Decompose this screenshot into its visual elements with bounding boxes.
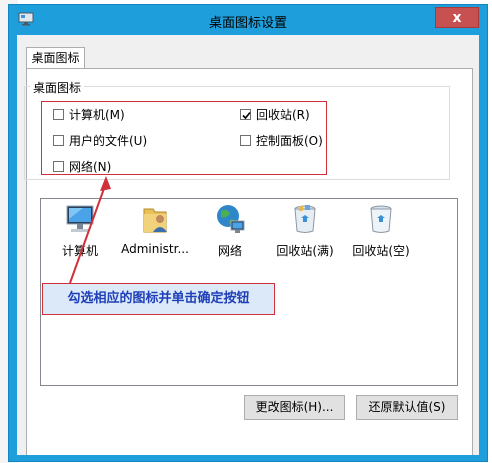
checkbox-network[interactable]: 网络(N) [53, 158, 111, 175]
dialog-title: 桌面图标设置 [208, 16, 287, 31]
checkbox-label: 回收站(R) [256, 108, 310, 122]
checkbox-box[interactable] [53, 135, 64, 146]
tab-desktop-icons[interactable]: 桌面图标 [26, 47, 85, 69]
computer-icon [66, 205, 94, 232]
change-icon-button[interactable]: 更改图标(H)... [244, 395, 345, 420]
checkbox-recycle-bin[interactable]: 回收站(R) [240, 106, 310, 123]
close-button[interactable]: x [435, 7, 479, 28]
icon-item-recycle-bin-empty[interactable]: 回收站(空) [349, 203, 413, 259]
icon-item-network[interactable]: 网络 [212, 203, 248, 259]
icon-item-recycle-bin-full[interactable]: 回收站(满) [273, 203, 337, 259]
recycle-bin-empty-icon [370, 205, 392, 233]
checkbox-control-panel[interactable]: 控制面板(O) [240, 132, 323, 149]
recycle-bin-full-icon [294, 205, 316, 233]
icon-label: 网络 [217, 244, 242, 258]
checkbox-label: 控制面板(O) [256, 134, 323, 148]
checkbox-label: 计算机(M) [69, 108, 125, 122]
checkbox-computer[interactable]: 计算机(M) [53, 106, 125, 123]
icon-label: 计算机 [61, 244, 98, 258]
groupbox-legend: 桌面图标 [30, 79, 85, 96]
checkbox-box[interactable] [53, 161, 64, 172]
checkbox-box[interactable] [53, 109, 64, 120]
restore-default-button[interactable]: 还原默认值(S) [356, 395, 458, 420]
user-folder-icon [143, 208, 167, 233]
icon-item-computer[interactable]: 计算机 [58, 203, 102, 259]
annotation-callout: 勾选相应的图标并单击确定按钮 [42, 283, 275, 315]
checkbox-label: 网络(N) [69, 160, 112, 174]
icon-label: 回收站(满) [276, 244, 334, 258]
icon-label: Administr... [121, 242, 189, 256]
icon-item-user-folder[interactable]: Administr... [120, 203, 190, 256]
checkmark-icon [242, 111, 251, 120]
icon-label: 回收站(空) [352, 244, 410, 258]
network-icon [217, 205, 245, 233]
checkbox-box-checked[interactable] [240, 109, 251, 120]
checkbox-user-files[interactable]: 用户的文件(U) [53, 132, 147, 149]
checkbox-label: 用户的文件(U) [69, 134, 148, 148]
title-bar[interactable]: 桌面图标设置 x [9, 5, 487, 35]
checkbox-box[interactable] [240, 135, 251, 146]
